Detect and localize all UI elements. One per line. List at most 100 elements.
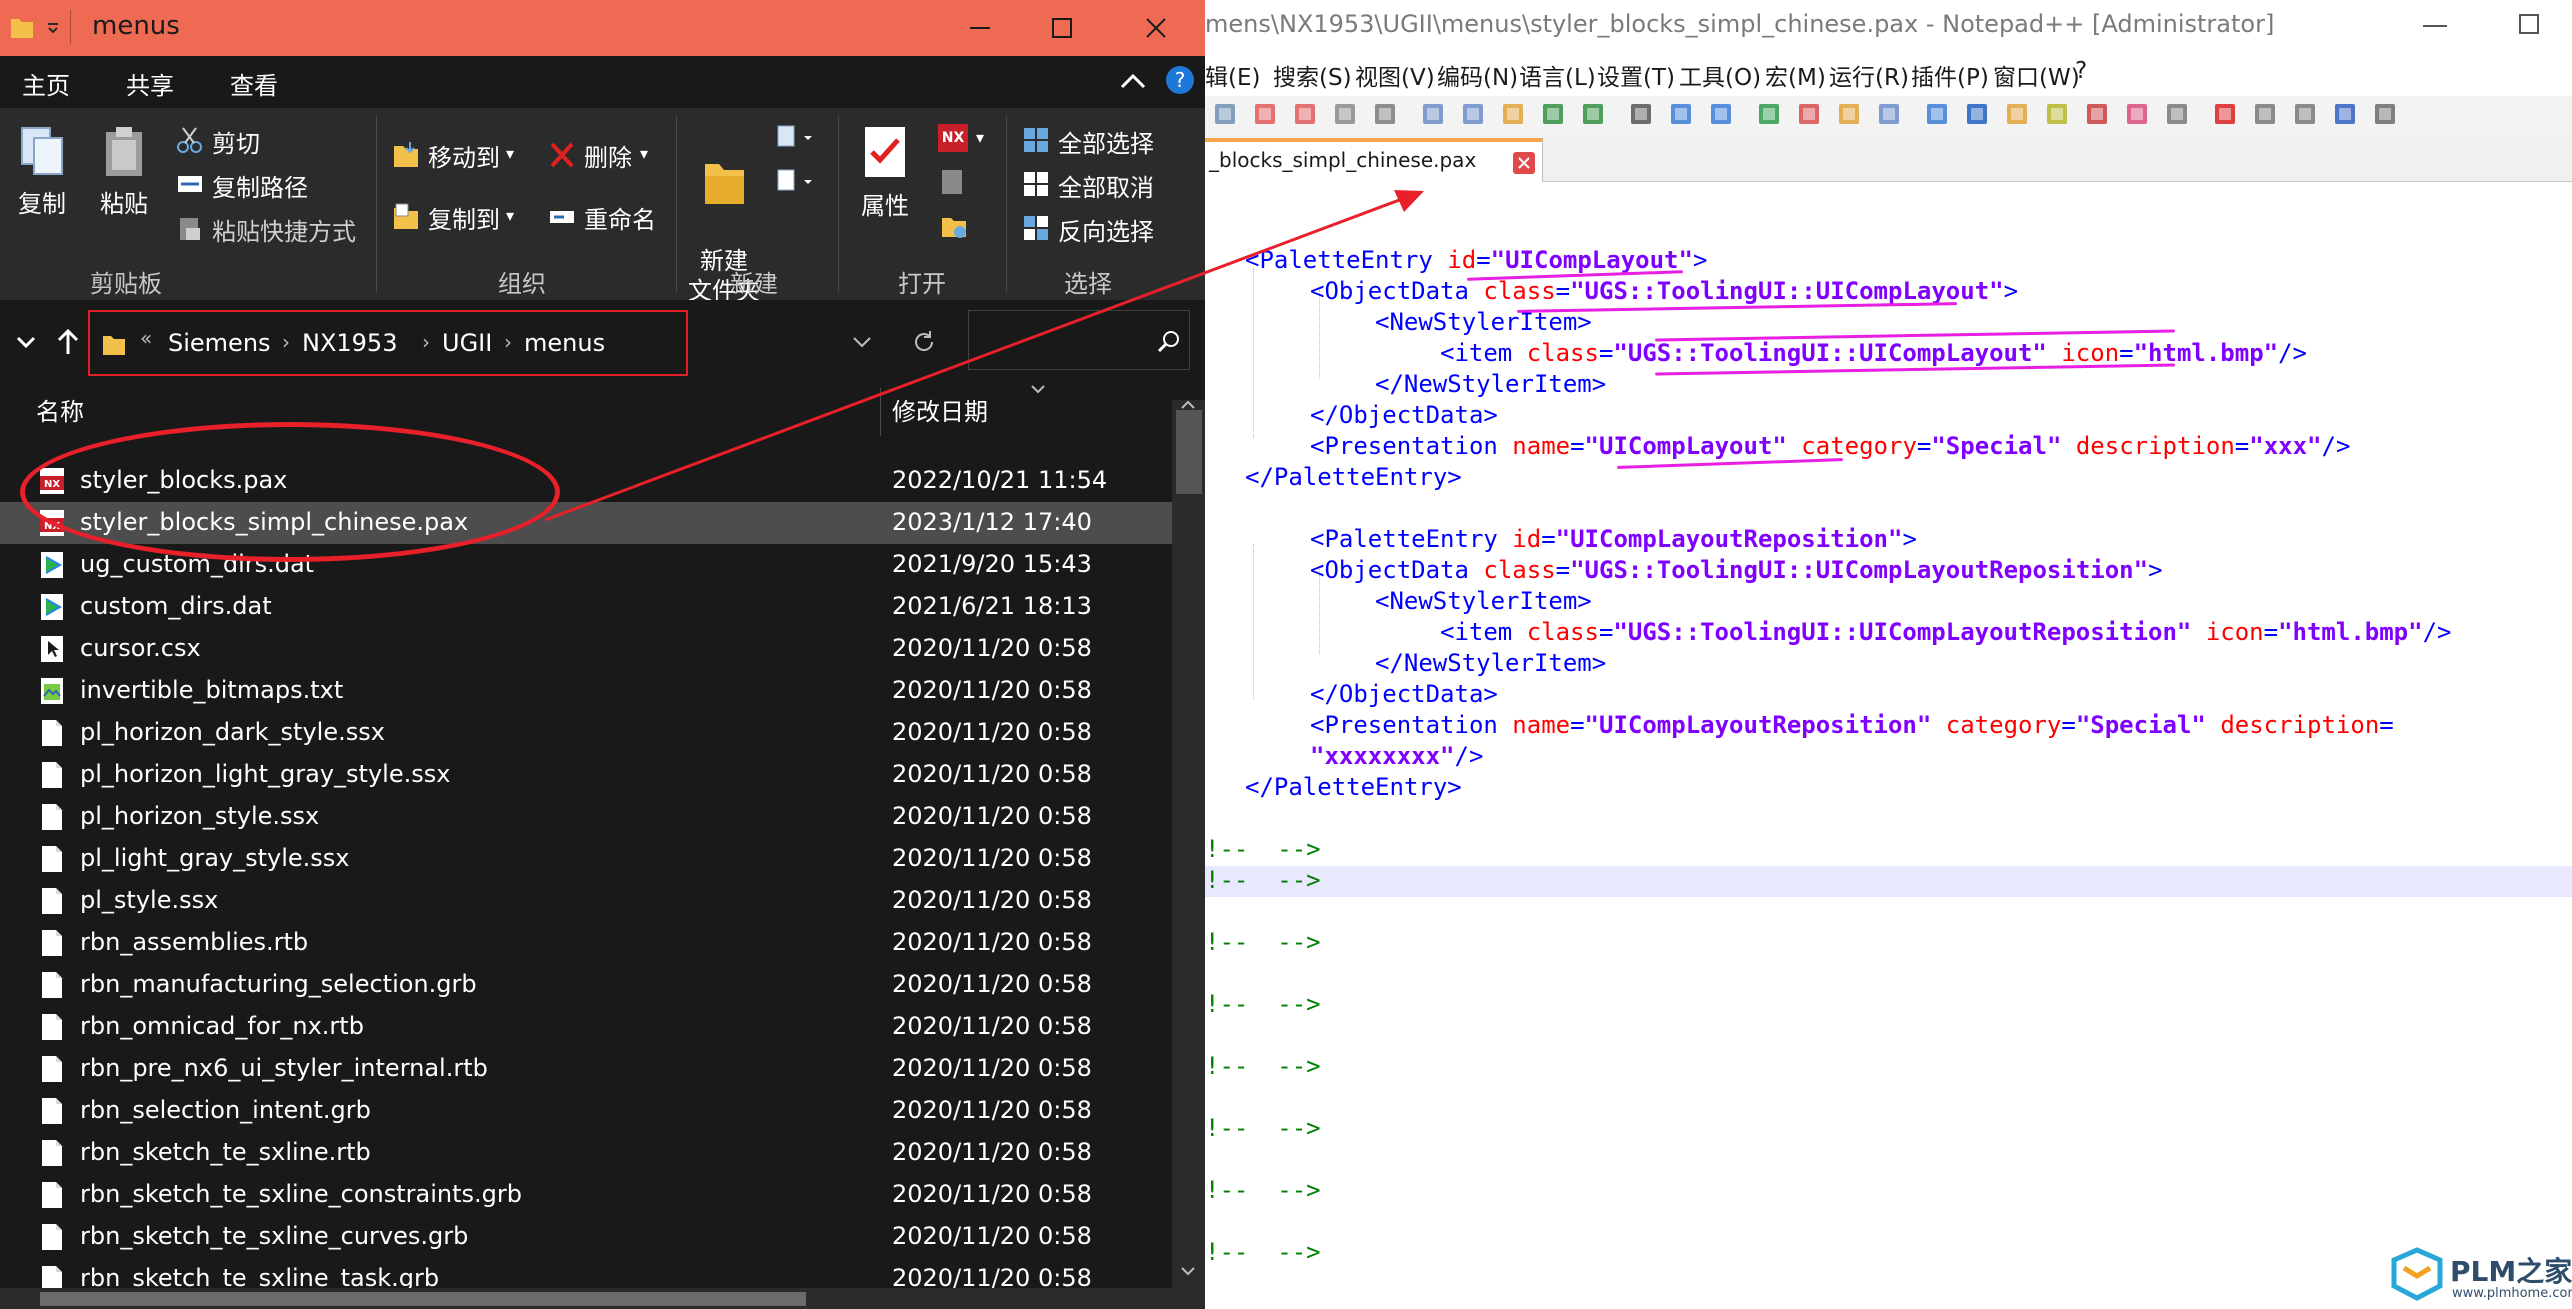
column-divider[interactable] bbox=[880, 388, 881, 436]
file-row[interactable]: rbn_sketch_te_sxline_constraints.grb 2020… bbox=[0, 1174, 1172, 1216]
menu-item[interactable]: 窗口(W) bbox=[1993, 58, 2080, 92]
refresh-icon[interactable] bbox=[912, 330, 936, 354]
menu-item[interactable]: 设置(T) bbox=[1597, 58, 1675, 92]
play-macro-icon[interactable] bbox=[2331, 100, 2361, 130]
file-row[interactable]: rbn_pre_nx6_ui_styler_internal.rtb 2020/1… bbox=[0, 1048, 1172, 1090]
nx-open-icon[interactable]: NX bbox=[938, 124, 968, 152]
column-header-modified[interactable]: 修改日期 bbox=[892, 392, 988, 427]
breadcrumb-separator-icon[interactable]: › bbox=[282, 330, 290, 354]
tab-close-icon[interactable] bbox=[1513, 152, 1535, 174]
breadcrumb-ugii[interactable]: UGII bbox=[442, 329, 492, 357]
menu-item[interactable]: ? bbox=[2075, 58, 2087, 84]
save-all-icon[interactable] bbox=[1331, 100, 1361, 130]
file-row[interactable]: rbn_sketch_te_sxline.rtb 2020/11/20 0:58 bbox=[0, 1132, 1172, 1174]
print-icon[interactable] bbox=[1419, 100, 1449, 130]
file-row[interactable]: invertible_bitmaps.txt 2020/11/20 0:58 bbox=[0, 670, 1172, 712]
replace-icon[interactable] bbox=[1707, 100, 1737, 130]
user-language-icon[interactable] bbox=[2043, 100, 2073, 130]
new-item-icon[interactable] bbox=[776, 122, 816, 152]
breadcrumb-menus[interactable]: menus bbox=[524, 329, 605, 357]
indent-guide-icon[interactable] bbox=[2003, 100, 2033, 130]
copy-button[interactable]: 复制 bbox=[14, 124, 70, 219]
copy-icon[interactable] bbox=[1499, 100, 1529, 130]
breadcrumb-overflow-icon[interactable]: « bbox=[140, 326, 152, 350]
file-row[interactable]: rbn_selection_intent.grb 2020/11/20 0:58 bbox=[0, 1090, 1172, 1132]
menu-item[interactable]: 编码(N) bbox=[1437, 58, 1518, 92]
minimize-button[interactable] bbox=[950, 6, 1010, 50]
vertical-scrollbar[interactable] bbox=[1172, 400, 1205, 1290]
horizontal-scrollbar-thumb[interactable] bbox=[40, 1292, 806, 1306]
cut-icon[interactable] bbox=[1459, 100, 1489, 130]
tab-share[interactable]: 共享 bbox=[126, 66, 174, 100]
open-dropdown-icon[interactable]: ▾ bbox=[976, 128, 984, 147]
tab-home[interactable]: 主页 bbox=[22, 66, 70, 100]
open-file-icon[interactable] bbox=[1251, 100, 1281, 130]
sync-scroll-h-icon[interactable] bbox=[1875, 100, 1905, 130]
scroll-down-icon[interactable] bbox=[1180, 1266, 1196, 1276]
history-icon[interactable] bbox=[940, 212, 968, 240]
edit-icon[interactable] bbox=[940, 168, 968, 196]
file-row[interactable]: rbn_sketch_te_sxline_curves.grb 2020/11/2… bbox=[0, 1216, 1172, 1258]
column-header-name[interactable]: 名称 bbox=[36, 392, 84, 427]
close-icon[interactable] bbox=[1371, 100, 1401, 130]
new-file-icon[interactable] bbox=[1211, 100, 1241, 130]
redo-icon[interactable] bbox=[1627, 100, 1657, 130]
maximize-button[interactable] bbox=[1032, 6, 1092, 50]
menu-item[interactable]: 插件(P) bbox=[1911, 58, 1989, 92]
sync-scroll-icon[interactable] bbox=[1835, 100, 1865, 130]
file-row[interactable]: cursor.csx 2020/11/20 0:58 bbox=[0, 628, 1172, 670]
doc-map-icon[interactable] bbox=[2083, 100, 2113, 130]
stop-macro-icon[interactable] bbox=[2291, 100, 2321, 130]
file-row[interactable]: pl_horizon_style.ssx 2020/11/20 0:58 bbox=[0, 796, 1172, 838]
menu-item[interactable]: 视图(V) bbox=[1355, 58, 1435, 92]
monitoring-icon[interactable] bbox=[2211, 100, 2241, 130]
menu-item[interactable]: 搜索(S) bbox=[1273, 58, 1352, 92]
easy-access-icon[interactable] bbox=[776, 166, 816, 196]
collapse-ribbon-icon[interactable] bbox=[1120, 72, 1146, 90]
word-wrap-icon[interactable] bbox=[1923, 100, 1953, 130]
file-row[interactable]: rbn_omnicad_for_nx.rtb 2020/11/20 0:58 bbox=[0, 1006, 1172, 1048]
code-editor[interactable]: <PaletteEntry id="UICompLayout"> <Object… bbox=[1205, 182, 2572, 1309]
maximize-icon[interactable] bbox=[2519, 14, 2539, 34]
notepad-title-bar[interactable]: mens\NX1953\UGII\menus\styler_blocks_sim… bbox=[1205, 0, 2572, 52]
minimize-icon[interactable] bbox=[2423, 24, 2447, 28]
save-macro-icon[interactable] bbox=[2371, 100, 2401, 130]
recent-locations-chevron-icon[interactable] bbox=[16, 336, 36, 350]
save-icon[interactable] bbox=[1291, 100, 1321, 130]
tab-view[interactable]: 查看 bbox=[230, 66, 278, 100]
breadcrumb-nx1953[interactable]: NX1953 bbox=[302, 329, 397, 357]
zoom-out-icon[interactable] bbox=[1795, 100, 1825, 130]
zoom-in-icon[interactable] bbox=[1755, 100, 1785, 130]
breadcrumb-separator-icon[interactable]: › bbox=[504, 330, 512, 354]
file-row[interactable]: pl_style.ssx 2020/11/20 0:58 bbox=[0, 880, 1172, 922]
undo-icon[interactable] bbox=[1579, 100, 1609, 130]
file-row[interactable]: custom_dirs.dat 2021/6/21 18:13 bbox=[0, 586, 1172, 628]
breadcrumb-separator-icon[interactable]: › bbox=[422, 330, 430, 354]
file-row[interactable]: rbn_assemblies.rtb 2020/11/20 0:58 bbox=[0, 922, 1172, 964]
function-list-icon[interactable] bbox=[2123, 100, 2153, 130]
vertical-scrollbar-thumb[interactable] bbox=[1176, 410, 1202, 494]
record-macro-icon[interactable] bbox=[2251, 100, 2281, 130]
find-icon[interactable] bbox=[1667, 100, 1697, 130]
folder-workspace-icon[interactable] bbox=[2163, 100, 2193, 130]
address-dropdown-icon[interactable] bbox=[852, 336, 872, 350]
menu-item[interactable]: 辑(E) bbox=[1205, 58, 1260, 92]
menu-item[interactable]: 运行(R) bbox=[1829, 58, 1909, 92]
menu-item[interactable]: 宏(M) bbox=[1765, 58, 1826, 92]
tab-styler-blocks-simpl-chinese[interactable]: _blocks_simpl_chinese.pax bbox=[1205, 138, 1543, 182]
menu-item[interactable]: 工具(O) bbox=[1679, 58, 1761, 92]
file-row[interactable]: rbn_sketch_te_sxline_task.grb 2020/11/20 … bbox=[0, 1258, 1172, 1290]
help-icon[interactable]: ? bbox=[1166, 66, 1194, 94]
show-all-chars-icon[interactable] bbox=[1963, 100, 1993, 130]
paste-button[interactable]: 粘贴 bbox=[96, 124, 152, 219]
explorer-title-bar[interactable]: menus bbox=[0, 0, 1205, 56]
menu-item[interactable]: 语言(L) bbox=[1519, 58, 1596, 92]
up-arrow-icon[interactable] bbox=[56, 328, 80, 356]
file-row[interactable]: pl_horizon_dark_style.ssx 2020/11/20 0:58 bbox=[0, 712, 1172, 754]
close-button[interactable] bbox=[1126, 6, 1186, 50]
file-row[interactable]: rbn_manufacturing_selection.grb 2020/11/2… bbox=[0, 964, 1172, 1006]
address-bar[interactable]: « Siemens › NX1953 › UGII › menus bbox=[88, 310, 688, 376]
breadcrumb-siemens[interactable]: Siemens bbox=[168, 329, 271, 357]
quick-access-dropdown-icon[interactable] bbox=[46, 20, 60, 34]
scroll-up-icon[interactable] bbox=[1180, 400, 1196, 410]
